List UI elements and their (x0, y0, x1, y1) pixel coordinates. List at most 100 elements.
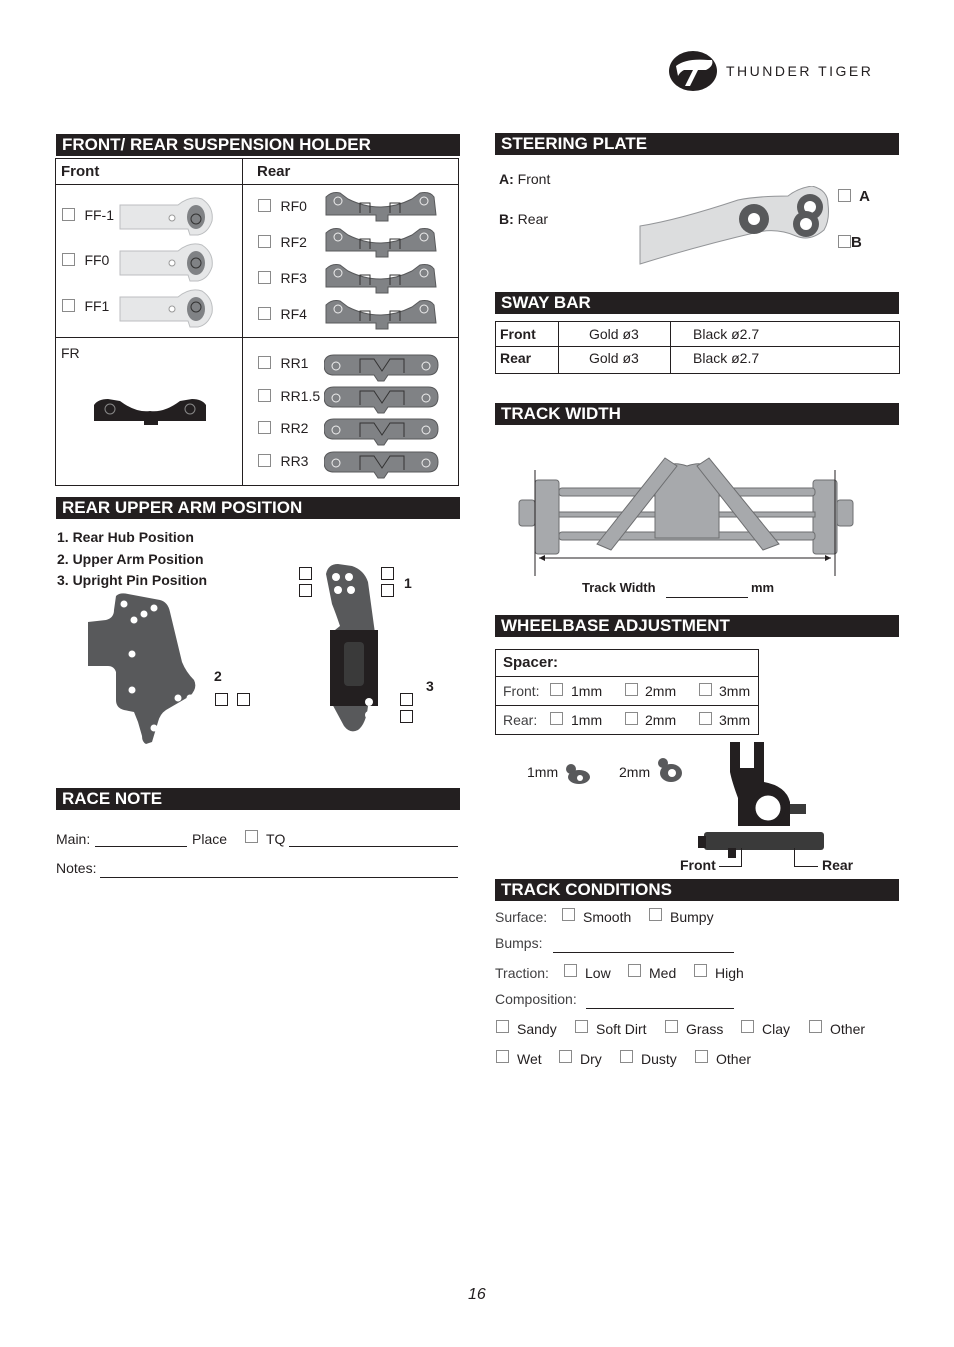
checkbox[interactable] (258, 307, 271, 320)
spacer-2mm-icon (658, 758, 682, 782)
front-3mm-checkbox[interactable] (699, 683, 712, 696)
option-rf2[interactable]: RF2 (258, 234, 307, 252)
soft-dirt-checkbox[interactable] (575, 1020, 588, 1033)
ff-1-part-icon (119, 197, 213, 236)
checkbox[interactable] (258, 421, 271, 434)
rear-hub-carrier-image (698, 742, 824, 858)
checkbox[interactable] (258, 271, 271, 284)
smooth-checkbox[interactable] (562, 908, 575, 921)
composition-input[interactable] (586, 1008, 734, 1009)
steering-b-legend: B: Rear (499, 211, 549, 227)
rr3-part-icon (324, 451, 439, 479)
race-note-header: RACE NOTE (56, 788, 460, 810)
rf2-part-icon (325, 228, 437, 258)
rear-1mm-checkbox[interactable] (550, 712, 563, 725)
place-label: Place (192, 831, 228, 847)
table-row: Rear Gold ø3 Black ø2.7 (495, 346, 900, 374)
notes-label: Notes: (56, 860, 97, 876)
steering-a-legend: A: Front (499, 171, 551, 187)
fr-label: FR (61, 345, 80, 361)
option-rf3[interactable]: RF3 (258, 270, 307, 288)
steering-plate-header: STEERING PLATE (495, 133, 899, 155)
moisture-other-checkbox[interactable] (695, 1050, 708, 1063)
option-rr1[interactable]: RR1 (258, 355, 308, 373)
main-input[interactable] (95, 846, 187, 847)
rr1-5-part-icon (324, 386, 439, 414)
row-label: Rear (495, 346, 559, 374)
tq-input[interactable] (289, 846, 458, 847)
hub-position-checkbox-right-bottom[interactable] (381, 584, 394, 597)
front-2mm-checkbox[interactable] (625, 683, 638, 696)
track-width-unit: mm (751, 580, 775, 595)
option-ff0[interactable]: FF0 (62, 252, 109, 270)
rf3-part-icon (325, 264, 437, 294)
rf0-part-icon (325, 192, 437, 222)
dusty-checkbox[interactable] (620, 1050, 633, 1063)
composition-other-checkbox[interactable] (809, 1020, 822, 1033)
steering-option-b[interactable]: B (838, 234, 862, 251)
steering-plate-image (639, 186, 829, 265)
checkbox[interactable] (258, 389, 271, 402)
checkbox[interactable] (62, 208, 75, 221)
rf4-part-icon (325, 300, 437, 330)
sandy-checkbox[interactable] (496, 1020, 509, 1033)
dry-checkbox[interactable] (559, 1050, 572, 1063)
grass-checkbox[interactable] (665, 1020, 678, 1033)
rear-spacer-label: Rear: (503, 712, 538, 728)
rr-holder-images (324, 354, 439, 479)
option-ff-1[interactable]: FF-1 (62, 207, 114, 225)
traction-label: Traction: (495, 965, 549, 981)
checkbox[interactable] (258, 356, 271, 369)
rear-3mm-checkbox[interactable] (699, 712, 712, 725)
bumps-label: Bumps: (495, 935, 543, 951)
checkbox[interactable] (258, 235, 271, 248)
track-width-input[interactable] (666, 597, 748, 598)
steering-option-a[interactable]: A (838, 188, 870, 205)
spacer-table: Spacer: Front: 1mm 2mm 3mm Rear: 1mm 2mm… (495, 649, 759, 735)
option-rf4[interactable]: RF4 (258, 306, 307, 324)
checkbox[interactable] (838, 235, 851, 248)
wet-checkbox[interactable] (496, 1050, 509, 1063)
table-row: Front Gold ø3 Black ø2.7 (495, 321, 900, 347)
tq-checkbox[interactable] (245, 830, 258, 843)
brand-name: THUNDER TIGER (726, 63, 874, 79)
upper-arm-position-checkbox-1[interactable] (215, 693, 228, 706)
checkbox[interactable] (62, 253, 75, 266)
rr1-part-icon (324, 354, 439, 382)
rear-upper-arm-list: 1. Rear Hub Position 2. Upper Arm Positi… (57, 527, 207, 592)
hub-position-checkbox-left-top[interactable] (299, 567, 312, 580)
sway-bar-table: Front Gold ø3 Black ø2.7 Rear Gold ø3 Bl… (495, 321, 900, 374)
upper-arm-position-checkbox-2[interactable] (237, 693, 250, 706)
checkbox[interactable] (62, 299, 75, 312)
hub-position-checkbox-left-bottom[interactable] (299, 584, 312, 597)
suspension-holder-table: Front Rear FF-1 FF0 FF1 RF0 RF2 RF3 RF4 … (55, 158, 459, 486)
bumps-input[interactable] (553, 952, 734, 953)
upright-pin-checkbox-top[interactable] (400, 693, 413, 706)
list-item: 2. Upper Arm Position (57, 550, 204, 567)
option-ff1[interactable]: FF1 (62, 298, 109, 316)
clay-checkbox[interactable] (741, 1020, 754, 1033)
option-rr2[interactable]: RR2 (258, 420, 308, 438)
marker-3: 3 (426, 678, 434, 694)
black-option: Black ø2.7 (670, 321, 900, 347)
checkbox[interactable] (258, 199, 271, 212)
upright-pin-checkbox-bottom[interactable] (400, 710, 413, 723)
option-rf0[interactable]: RF0 (258, 198, 307, 216)
rear-2mm-checkbox[interactable] (625, 712, 638, 725)
notes-input[interactable] (100, 877, 458, 878)
bumpy-checkbox[interactable] (649, 908, 662, 921)
option-rr3[interactable]: RR3 (258, 453, 308, 471)
page-number: 16 (468, 1286, 486, 1303)
checkbox[interactable] (258, 454, 271, 467)
front-1mm-checkbox[interactable] (550, 683, 563, 696)
front-column-header: Front (61, 163, 100, 180)
traction-high-checkbox[interactable] (694, 964, 707, 977)
hub-position-checkbox-right-top[interactable] (381, 567, 394, 580)
traction-low-checkbox[interactable] (564, 964, 577, 977)
option-rr1-5[interactable]: RR1.5 (258, 388, 320, 406)
checkbox[interactable] (838, 189, 851, 202)
gold-option: Gold ø3 (558, 321, 671, 347)
spacer-label: Spacer: (503, 654, 559, 671)
traction-med-checkbox[interactable] (628, 964, 641, 977)
tq-label: TQ (266, 831, 286, 847)
